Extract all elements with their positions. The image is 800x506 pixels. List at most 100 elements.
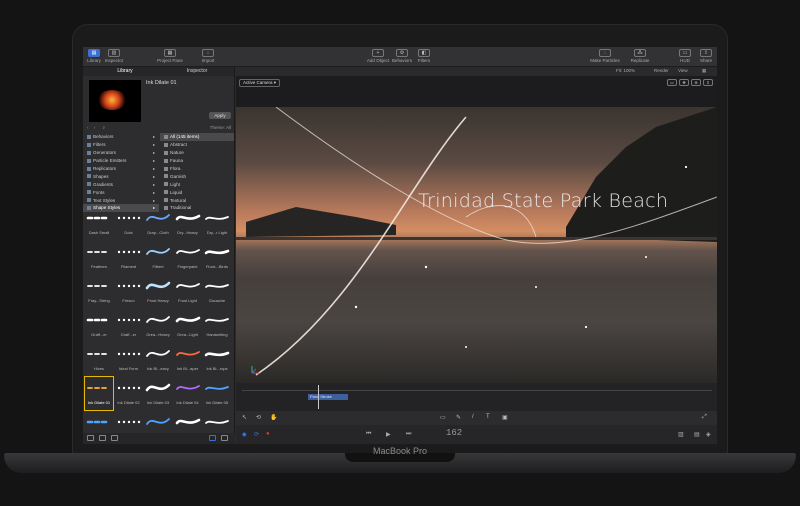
subcategory-item[interactable]: Garnish <box>160 172 234 180</box>
subcategory-item[interactable]: Abstract <box>160 141 234 149</box>
search-icon[interactable]: ⌕ <box>103 125 106 130</box>
shape-style-item[interactable]: Dash Small <box>85 207 113 240</box>
project-pane-button[interactable]: ▦ Project Pane <box>151 49 189 63</box>
orbit-tool-icon[interactable]: ⟲ <box>256 414 261 421</box>
pan-tool-icon[interactable]: ✋ <box>270 414 277 421</box>
inspector-button[interactable]: ▥ Inspector <box>103 49 125 63</box>
dolly-icon[interactable]: ⇕ <box>703 79 713 86</box>
category-item[interactable]: Behaviors ▸ <box>83 133 159 141</box>
filters-button[interactable]: ◧ Filters <box>405 49 443 63</box>
subcategory-item[interactable]: Textural <box>160 196 234 204</box>
category-item[interactable]: Filters ▸ <box>83 141 159 149</box>
shape-style-item[interactable]: Ink Dilate 01 <box>84 376 114 411</box>
icon-size-icon[interactable] <box>221 435 228 441</box>
back-icon[interactable]: ‹ <box>87 125 89 130</box>
shape-style-item[interactable]: Handwriting <box>203 309 231 342</box>
category-item[interactable]: Text Styles ▸ <box>83 196 159 204</box>
folder-icon[interactable] <box>87 435 94 441</box>
layout-icon[interactable]: ▦ <box>702 68 706 74</box>
go-to-end-icon[interactable]: ⏭ <box>406 431 411 438</box>
shape-style-item[interactable]: Frost Heavy <box>144 275 172 308</box>
timecode-display[interactable]: 162 <box>446 428 462 438</box>
hud-button[interactable]: ▭ HUD <box>674 49 696 63</box>
shape-style-item[interactable]: Ink Dilate 04 <box>174 377 202 410</box>
canvas-viewport[interactable]: Trinidad State Park Beach <box>236 107 717 383</box>
fullscreen-icon[interactable]: ⤢ <box>702 414 707 421</box>
shape-style-item[interactable]: Hives <box>85 343 113 376</box>
share-button[interactable]: ⇪ Share <box>696 49 716 63</box>
shape-style-item[interactable]: Filbert <box>144 241 172 274</box>
theme-filter[interactable]: Theme: All <box>210 125 231 130</box>
mini-timeline[interactable]: Paint Stroke <box>236 383 717 411</box>
keyframe-toggle-icon[interactable]: ◈ <box>706 431 711 438</box>
shape-style-item[interactable]: Grea...Light <box>174 309 202 342</box>
shape-style-item[interactable]: Ink Dilate 03 <box>144 377 172 410</box>
timeline-clip[interactable]: Paint Stroke <box>308 394 348 400</box>
camera-menu[interactable]: Active Camera ▾ <box>239 79 281 87</box>
camera-icon[interactable]: ▭ <box>667 79 677 86</box>
transform-gizmo-icon[interactable] <box>250 365 260 375</box>
shape-style-item[interactable]: Flock...Birds <box>203 241 231 274</box>
list-view-icon[interactable] <box>111 435 118 441</box>
shape-style-item[interactable]: Grea...Heavy <box>144 309 172 342</box>
shape-style-item[interactable]: Graff...er <box>85 309 113 342</box>
play-icon[interactable]: ▶ <box>386 431 391 438</box>
replicate-button[interactable]: ⁂ Replicate <box>621 49 659 63</box>
select-tool-icon[interactable]: ↖ <box>242 414 247 421</box>
view-menu[interactable]: View <box>678 68 688 73</box>
pan-icon[interactable]: ⊕ <box>691 79 701 86</box>
playhead[interactable] <box>318 385 319 409</box>
render-menu[interactable]: Render <box>654 68 669 73</box>
paint-tool-icon[interactable]: / <box>472 414 474 420</box>
tab-library[interactable]: Library <box>95 68 155 74</box>
subcategory-item[interactable]: Fauna <box>160 157 234 165</box>
record-keyframe-icon[interactable]: ◆ <box>242 431 247 438</box>
apply-button[interactable]: Apply <box>209 112 231 119</box>
category-item[interactable]: Shapes ▸ <box>83 172 159 180</box>
subcategory-item[interactable]: Liquid <box>160 188 234 196</box>
shape-tool-icon[interactable]: ▭ <box>440 414 446 421</box>
shape-style-item[interactable]: Fray...String <box>85 275 113 308</box>
subcategory-item-selected[interactable]: All (145 items) <box>160 133 234 141</box>
category-item[interactable]: Replicators ▸ <box>83 165 159 173</box>
orbit-icon[interactable]: ✥ <box>679 79 689 86</box>
category-item[interactable]: Fonts ▸ <box>83 188 159 196</box>
shape-style-item[interactable]: Fingerpaint <box>174 241 202 274</box>
shape-style-item[interactable]: Dots <box>115 207 143 240</box>
shape-style-item[interactable]: Graff...er <box>115 309 143 342</box>
forward-icon[interactable]: › <box>94 125 96 130</box>
shape-style-item[interactable]: Dry...Heavy <box>174 207 202 240</box>
loop-icon[interactable]: ⟳ <box>254 431 259 438</box>
record-icon[interactable]: ● <box>266 431 270 437</box>
pen-tool-icon[interactable]: ✎ <box>456 414 461 421</box>
shape-style-item[interactable]: Gouache <box>203 275 231 308</box>
library-button[interactable]: ▤ Library <box>85 49 103 63</box>
category-item[interactable]: Particle Emitters ▸ <box>83 157 159 165</box>
shape-style-item[interactable]: Ink Bl...aper <box>174 343 202 376</box>
category-item[interactable]: Generators ▸ <box>83 149 159 157</box>
shape-style-item[interactable]: Drap...Cloth <box>144 207 172 240</box>
audio-toggle-icon[interactable]: ▤ <box>694 431 700 438</box>
shape-style-item[interactable]: Ink Bl...eavy <box>144 343 172 376</box>
canvas-title-text[interactable]: Trinidad State Park Beach <box>418 190 668 212</box>
shape-style-item[interactable]: Ink Dilate 02 <box>115 377 143 410</box>
shape-style-item[interactable]: Ink Dilate 05 <box>203 377 231 410</box>
import-button[interactable]: ↓ Import <box>189 49 227 63</box>
go-to-start-icon[interactable]: ⏮ <box>366 431 371 438</box>
add-icon[interactable] <box>99 435 106 441</box>
shape-style-item[interactable]: Filament <box>115 241 143 274</box>
subcategory-item[interactable]: Light <box>160 180 234 188</box>
subcategory-item[interactable]: Nature <box>160 149 234 157</box>
category-item[interactable]: Gradients ▸ <box>83 180 159 188</box>
make-particles-button[interactable]: ∴ Make Particles <box>586 49 624 63</box>
text-tool-icon[interactable]: T <box>486 414 490 420</box>
fit-zoom-menu[interactable]: Fit: 100% <box>616 68 635 73</box>
timeline-toggle-icon[interactable]: ▥ <box>678 431 684 438</box>
shape-style-item[interactable]: Ideal Form <box>115 343 143 376</box>
shape-style-item[interactable]: Frost Light <box>174 275 202 308</box>
grid-view-icon[interactable] <box>209 435 216 441</box>
subcategory-item[interactable]: Flora <box>160 165 234 173</box>
shape-style-item[interactable]: Fresco <box>115 275 143 308</box>
shape-style-item[interactable]: Dry...r Light <box>203 207 231 240</box>
mask-tool-icon[interactable]: ▣ <box>502 414 508 421</box>
